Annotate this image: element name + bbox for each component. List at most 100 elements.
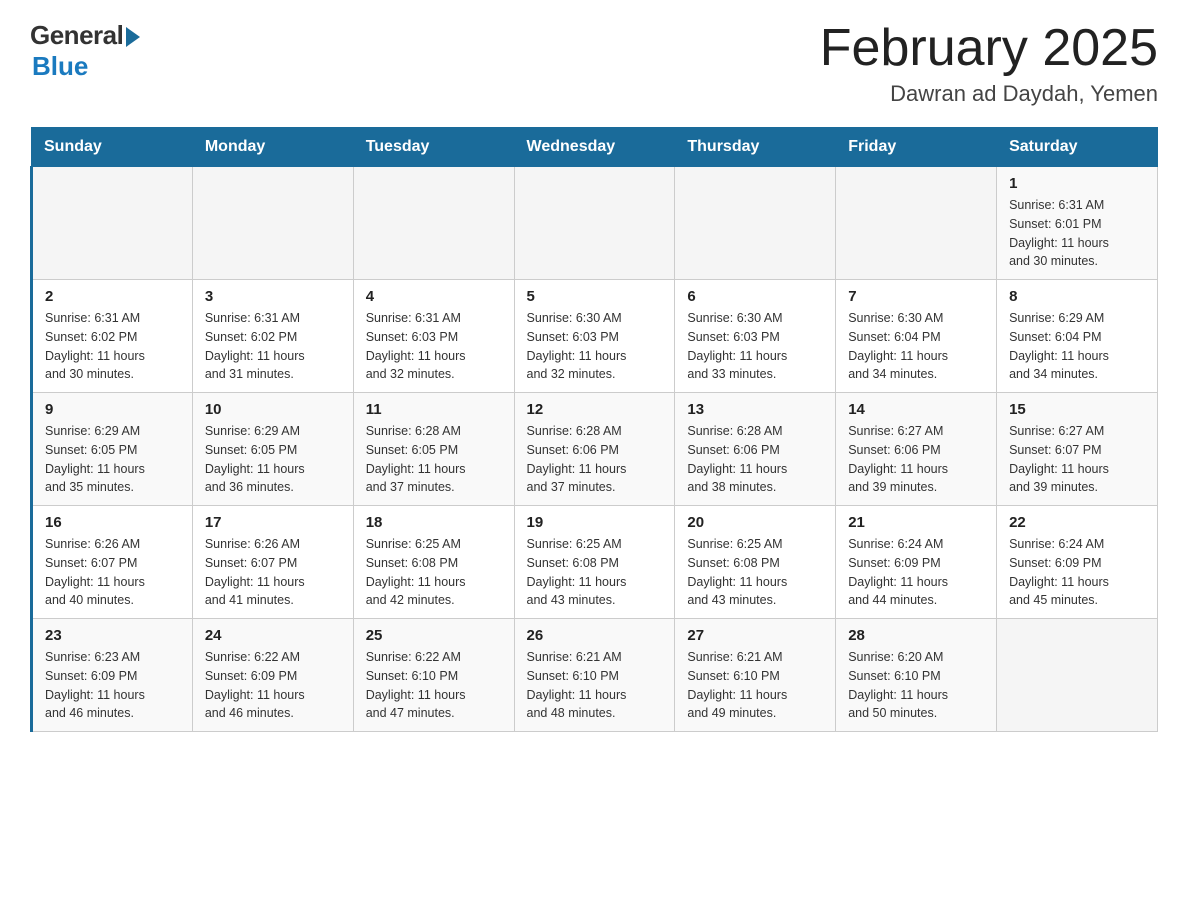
calendar-cell: 7 Sunrise: 6:30 AM Sunset: 6:04 PM Daylig… [836,280,997,393]
day-info: Sunrise: 6:29 AM Sunset: 6:04 PM Dayligh… [1009,309,1145,384]
day-info: Sunrise: 6:22 AM Sunset: 6:09 PM Dayligh… [205,648,341,723]
day-number: 21 [848,514,984,531]
day-info: Sunrise: 6:30 AM Sunset: 6:04 PM Dayligh… [848,309,984,384]
calendar-week-3: 9 Sunrise: 6:29 AM Sunset: 6:05 PM Daylig… [32,393,1158,506]
day-number: 10 [205,401,341,418]
day-info: Sunrise: 6:29 AM Sunset: 6:05 PM Dayligh… [45,422,180,497]
calendar-cell: 8 Sunrise: 6:29 AM Sunset: 6:04 PM Daylig… [997,280,1158,393]
day-info: Sunrise: 6:28 AM Sunset: 6:06 PM Dayligh… [527,422,663,497]
day-info: Sunrise: 6:21 AM Sunset: 6:10 PM Dayligh… [527,648,663,723]
location-subtitle: Dawran ad Daydah, Yemen [820,81,1158,107]
day-info: Sunrise: 6:21 AM Sunset: 6:10 PM Dayligh… [687,648,823,723]
day-info: Sunrise: 6:30 AM Sunset: 6:03 PM Dayligh… [687,309,823,384]
day-info: Sunrise: 6:28 AM Sunset: 6:06 PM Dayligh… [687,422,823,497]
day-info: Sunrise: 6:25 AM Sunset: 6:08 PM Dayligh… [366,535,502,610]
calendar-cell: 20 Sunrise: 6:25 AM Sunset: 6:08 PM Dayli… [675,506,836,619]
day-info: Sunrise: 6:29 AM Sunset: 6:05 PM Dayligh… [205,422,341,497]
header-sunday: Sunday [32,128,193,167]
calendar-cell: 26 Sunrise: 6:21 AM Sunset: 6:10 PM Dayli… [514,619,675,732]
header-wednesday: Wednesday [514,128,675,167]
day-number: 26 [527,627,663,644]
calendar-week-5: 23 Sunrise: 6:23 AM Sunset: 6:09 PM Dayli… [32,619,1158,732]
header-thursday: Thursday [675,128,836,167]
day-info: Sunrise: 6:26 AM Sunset: 6:07 PM Dayligh… [205,535,341,610]
day-number: 12 [527,401,663,418]
calendar-cell [192,167,353,280]
day-info: Sunrise: 6:23 AM Sunset: 6:09 PM Dayligh… [45,648,180,723]
day-number: 14 [848,401,984,418]
calendar-cell: 10 Sunrise: 6:29 AM Sunset: 6:05 PM Dayli… [192,393,353,506]
day-info: Sunrise: 6:28 AM Sunset: 6:05 PM Dayligh… [366,422,502,497]
calendar-cell: 4 Sunrise: 6:31 AM Sunset: 6:03 PM Daylig… [353,280,514,393]
day-info: Sunrise: 6:25 AM Sunset: 6:08 PM Dayligh… [687,535,823,610]
day-number: 6 [687,288,823,305]
day-number: 8 [1009,288,1145,305]
header-friday: Friday [836,128,997,167]
day-number: 19 [527,514,663,531]
day-info: Sunrise: 6:30 AM Sunset: 6:03 PM Dayligh… [527,309,663,384]
day-number: 3 [205,288,341,305]
calendar-cell [836,167,997,280]
calendar-cell: 25 Sunrise: 6:22 AM Sunset: 6:10 PM Dayli… [353,619,514,732]
header-monday: Monday [192,128,353,167]
calendar-cell: 3 Sunrise: 6:31 AM Sunset: 6:02 PM Daylig… [192,280,353,393]
day-number: 25 [366,627,502,644]
day-number: 28 [848,627,984,644]
calendar-cell: 13 Sunrise: 6:28 AM Sunset: 6:06 PM Dayli… [675,393,836,506]
day-number: 2 [45,288,180,305]
calendar-cell [514,167,675,280]
header-row: Sunday Monday Tuesday Wednesday Thursday… [32,128,1158,167]
day-number: 7 [848,288,984,305]
calendar-cell: 15 Sunrise: 6:27 AM Sunset: 6:07 PM Dayli… [997,393,1158,506]
day-number: 13 [687,401,823,418]
logo: General Blue [30,20,140,82]
page-header: General Blue February 2025 Dawran ad Day… [30,20,1158,107]
day-number: 4 [366,288,502,305]
calendar-cell: 18Sunrise: 6:25 AM Sunset: 6:08 PM Dayli… [353,506,514,619]
day-info: Sunrise: 6:31 AM Sunset: 6:03 PM Dayligh… [366,309,502,384]
day-number: 23 [45,627,180,644]
header-tuesday: Tuesday [353,128,514,167]
day-number: 5 [527,288,663,305]
calendar-week-4: 16Sunrise: 6:26 AM Sunset: 6:07 PM Dayli… [32,506,1158,619]
calendar-week-1: 1 Sunrise: 6:31 AM Sunset: 6:01 PM Daylig… [32,167,1158,280]
calendar-table: Sunday Monday Tuesday Wednesday Thursday… [30,127,1158,732]
day-number: 22 [1009,514,1145,531]
calendar-cell: 12 Sunrise: 6:28 AM Sunset: 6:06 PM Dayli… [514,393,675,506]
calendar-cell: 24Sunrise: 6:22 AM Sunset: 6:09 PM Dayli… [192,619,353,732]
calendar-cell: 21 Sunrise: 6:24 AM Sunset: 6:09 PM Dayli… [836,506,997,619]
calendar-cell: 6 Sunrise: 6:30 AM Sunset: 6:03 PM Daylig… [675,280,836,393]
calendar-week-2: 2 Sunrise: 6:31 AM Sunset: 6:02 PM Daylig… [32,280,1158,393]
calendar-cell [353,167,514,280]
calendar-cell: 11 Sunrise: 6:28 AM Sunset: 6:05 PM Dayli… [353,393,514,506]
day-number: 17 [205,514,341,531]
day-number: 9 [45,401,180,418]
logo-arrow-icon [126,27,140,47]
calendar-cell: 19 Sunrise: 6:25 AM Sunset: 6:08 PM Dayli… [514,506,675,619]
calendar-cell: 14 Sunrise: 6:27 AM Sunset: 6:06 PM Dayli… [836,393,997,506]
calendar-cell [997,619,1158,732]
day-number: 15 [1009,401,1145,418]
calendar-cell: 23 Sunrise: 6:23 AM Sunset: 6:09 PM Dayli… [32,619,193,732]
calendar-cell: 17 Sunrise: 6:26 AM Sunset: 6:07 PM Dayli… [192,506,353,619]
day-info: Sunrise: 6:27 AM Sunset: 6:07 PM Dayligh… [1009,422,1145,497]
day-number: 11 [366,401,502,418]
logo-general-text: General [30,20,123,51]
day-number: 27 [687,627,823,644]
calendar-cell: 16Sunrise: 6:26 AM Sunset: 6:07 PM Dayli… [32,506,193,619]
day-info: Sunrise: 6:31 AM Sunset: 6:02 PM Dayligh… [205,309,341,384]
day-info: Sunrise: 6:25 AM Sunset: 6:08 PM Dayligh… [527,535,663,610]
month-title: February 2025 [820,20,1158,77]
day-info: Sunrise: 6:20 AM Sunset: 6:10 PM Dayligh… [848,648,984,723]
title-section: February 2025 Dawran ad Daydah, Yemen [820,20,1158,107]
day-number: 1 [1009,175,1145,192]
day-info: Sunrise: 6:31 AM Sunset: 6:02 PM Dayligh… [45,309,180,384]
calendar-cell [32,167,193,280]
calendar-cell: 2 Sunrise: 6:31 AM Sunset: 6:02 PM Daylig… [32,280,193,393]
day-info: Sunrise: 6:24 AM Sunset: 6:09 PM Dayligh… [848,535,984,610]
calendar-cell: 5 Sunrise: 6:30 AM Sunset: 6:03 PM Daylig… [514,280,675,393]
day-number: 20 [687,514,823,531]
day-info: Sunrise: 6:27 AM Sunset: 6:06 PM Dayligh… [848,422,984,497]
day-info: Sunrise: 6:31 AM Sunset: 6:01 PM Dayligh… [1009,196,1145,271]
day-info: Sunrise: 6:22 AM Sunset: 6:10 PM Dayligh… [366,648,502,723]
